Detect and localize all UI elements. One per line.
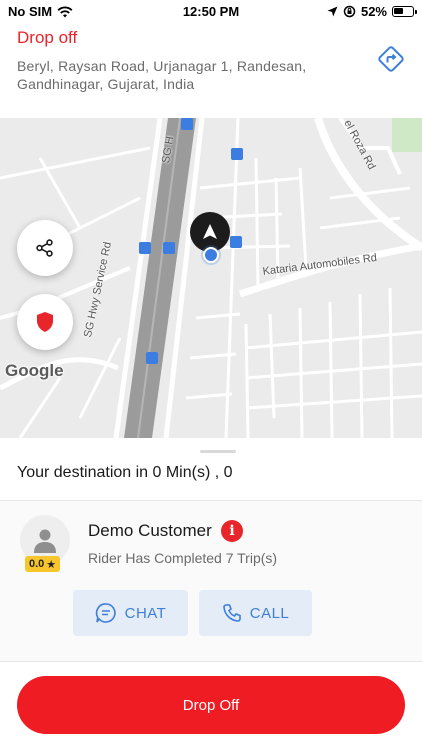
rider-rating-badge: 0.0 ★ (25, 556, 61, 572)
share-icon (36, 239, 53, 257)
phone-icon (222, 604, 241, 622)
rider-rating-value: 0.0 (29, 558, 45, 570)
current-location-dot (203, 247, 219, 263)
location-arrow-icon (327, 6, 338, 17)
chat-label: CHAT (124, 604, 167, 622)
share-button[interactable] (17, 220, 73, 276)
call-button[interactable]: CALL (199, 590, 312, 636)
map-view[interactable]: SG Hwy Service Rd Kataria Automobiles Rd… (0, 118, 422, 438)
orientation-lock-icon (343, 5, 356, 18)
person-icon (34, 529, 56, 553)
divider (0, 661, 422, 662)
dropoff-button[interactable]: Drop Off (17, 676, 405, 734)
page-title: Drop off (17, 28, 78, 47)
chat-icon (95, 603, 116, 623)
navigation-arrow-marker (190, 212, 230, 252)
battery-percent: 52% (360, 4, 387, 19)
directions-button[interactable] (376, 44, 406, 74)
rider-trip-count: Rider Has Completed 7 Trip(s) (88, 550, 278, 566)
map-roads (0, 118, 422, 438)
dropoff-header: Drop off Beryl, Raysan Road, Urjanagar 1… (0, 24, 422, 118)
destination-eta: Your destination in 0 Min(s) , 0 (17, 464, 233, 481)
safety-button[interactable] (17, 294, 73, 350)
trip-bottom-sheet: Your destination in 0 Min(s) , 0 0.0 ★ D… (0, 438, 422, 750)
dropoff-address: Beryl, Raysan Road, Urjanagar 1, Randesa… (17, 58, 307, 92)
battery-icon (392, 6, 417, 17)
chat-button[interactable]: CHAT (73, 590, 188, 636)
drag-handle[interactable] (200, 450, 236, 453)
star-icon: ★ (46, 558, 57, 571)
info-icon[interactable]: i (221, 520, 243, 542)
navigation-arrow-icon (203, 224, 217, 239)
shield-icon (37, 312, 53, 332)
directions-icon (378, 46, 404, 72)
google-logo: Google (5, 361, 64, 380)
status-bar: No SIM 12:50 PM 52% (0, 0, 422, 24)
rider-name: Demo Customer (88, 521, 212, 540)
call-label: CALL (249, 604, 290, 622)
rider-card: 0.0 ★ Demo Customer i Rider Has Complete… (0, 501, 422, 661)
